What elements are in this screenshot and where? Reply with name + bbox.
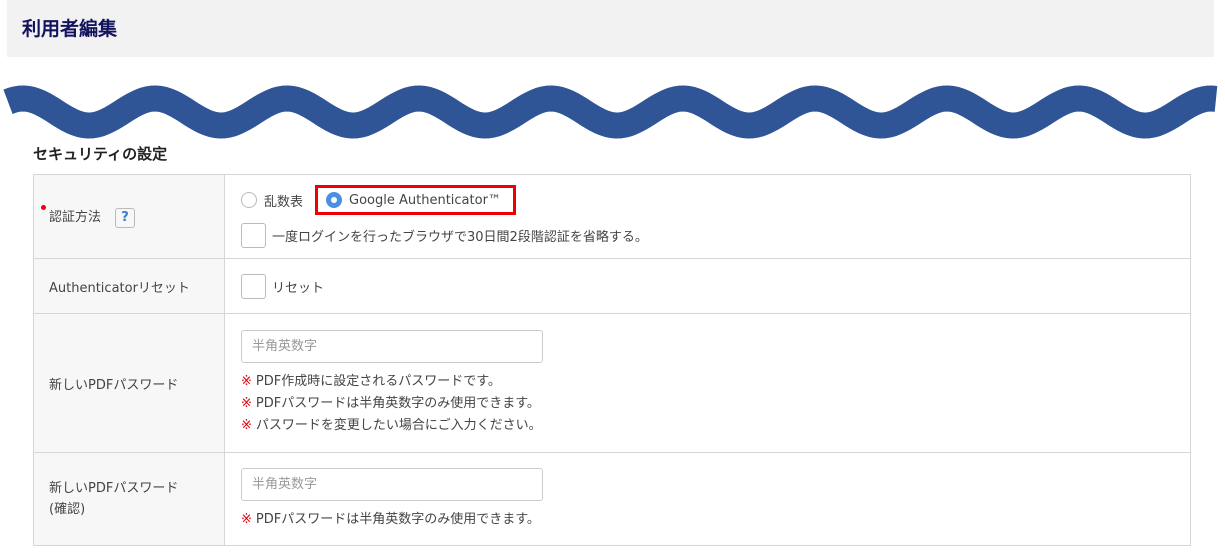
pdf-password-input[interactable] xyxy=(241,329,543,363)
page-title: 利用者編集 xyxy=(22,18,118,40)
pdf-password-confirm-input[interactable] xyxy=(241,467,543,501)
page-header: 利用者編集 xyxy=(7,0,1214,57)
note: ※ PDFパスワードは半角英数字のみ使用できます。 xyxy=(241,395,540,411)
authenticator-reset-label: Authenticatorリセット xyxy=(33,258,225,314)
wave-divider xyxy=(3,85,1218,139)
note: ※ PDF作成時に設定されるパスワードです。 xyxy=(241,373,501,389)
skip-2fa-label: 一度ログインを行ったブラウザで30日間2段階認証を省略する。 xyxy=(272,230,648,245)
table-row: 新しいPDFパスワード ※PDF作成時に設定されるパスワードです。 ※PDFパス… xyxy=(33,313,1191,453)
table-row: 新しいPDFパスワード(確認) ※PDFパスワードは半角英数字のみ使用できます。 xyxy=(33,452,1191,546)
auth-method-label: 認証方法 xyxy=(49,209,102,225)
reset-label: リセット xyxy=(272,280,325,296)
note: ※ PDFパスワードは半角英数字のみ使用できます。 xyxy=(241,511,540,527)
radio-random-table[interactable]: 乱数表 xyxy=(241,191,303,210)
security-settings-table: 認証方法? 乱数表 Google Authenticator™ 一度ログインを行… xyxy=(33,174,1191,546)
section-title: セキュリティの設定 xyxy=(33,145,168,163)
pdf-password-label: 新しいPDFパスワード xyxy=(33,313,225,453)
required-dot xyxy=(41,205,46,210)
radio-selected-icon xyxy=(326,192,343,208)
table-row: 認証方法? 乱数表 Google Authenticator™ 一度ログインを行… xyxy=(33,174,1191,259)
radio-google-authenticator[interactable]: Google Authenticator™ xyxy=(315,185,516,215)
pdf-password-confirm-label: 新しいPDFパスワード xyxy=(49,481,179,496)
table-row: Authenticatorリセット リセット xyxy=(33,258,1191,314)
radio-icon xyxy=(241,192,257,208)
skip-2fa-checkbox[interactable] xyxy=(241,223,266,248)
help-icon[interactable]: ? xyxy=(115,207,136,228)
reset-checkbox[interactable] xyxy=(241,273,266,299)
wave-path xyxy=(3,85,1218,139)
note: ※ パスワードを変更したい場合にご入力ください。 xyxy=(241,417,542,433)
